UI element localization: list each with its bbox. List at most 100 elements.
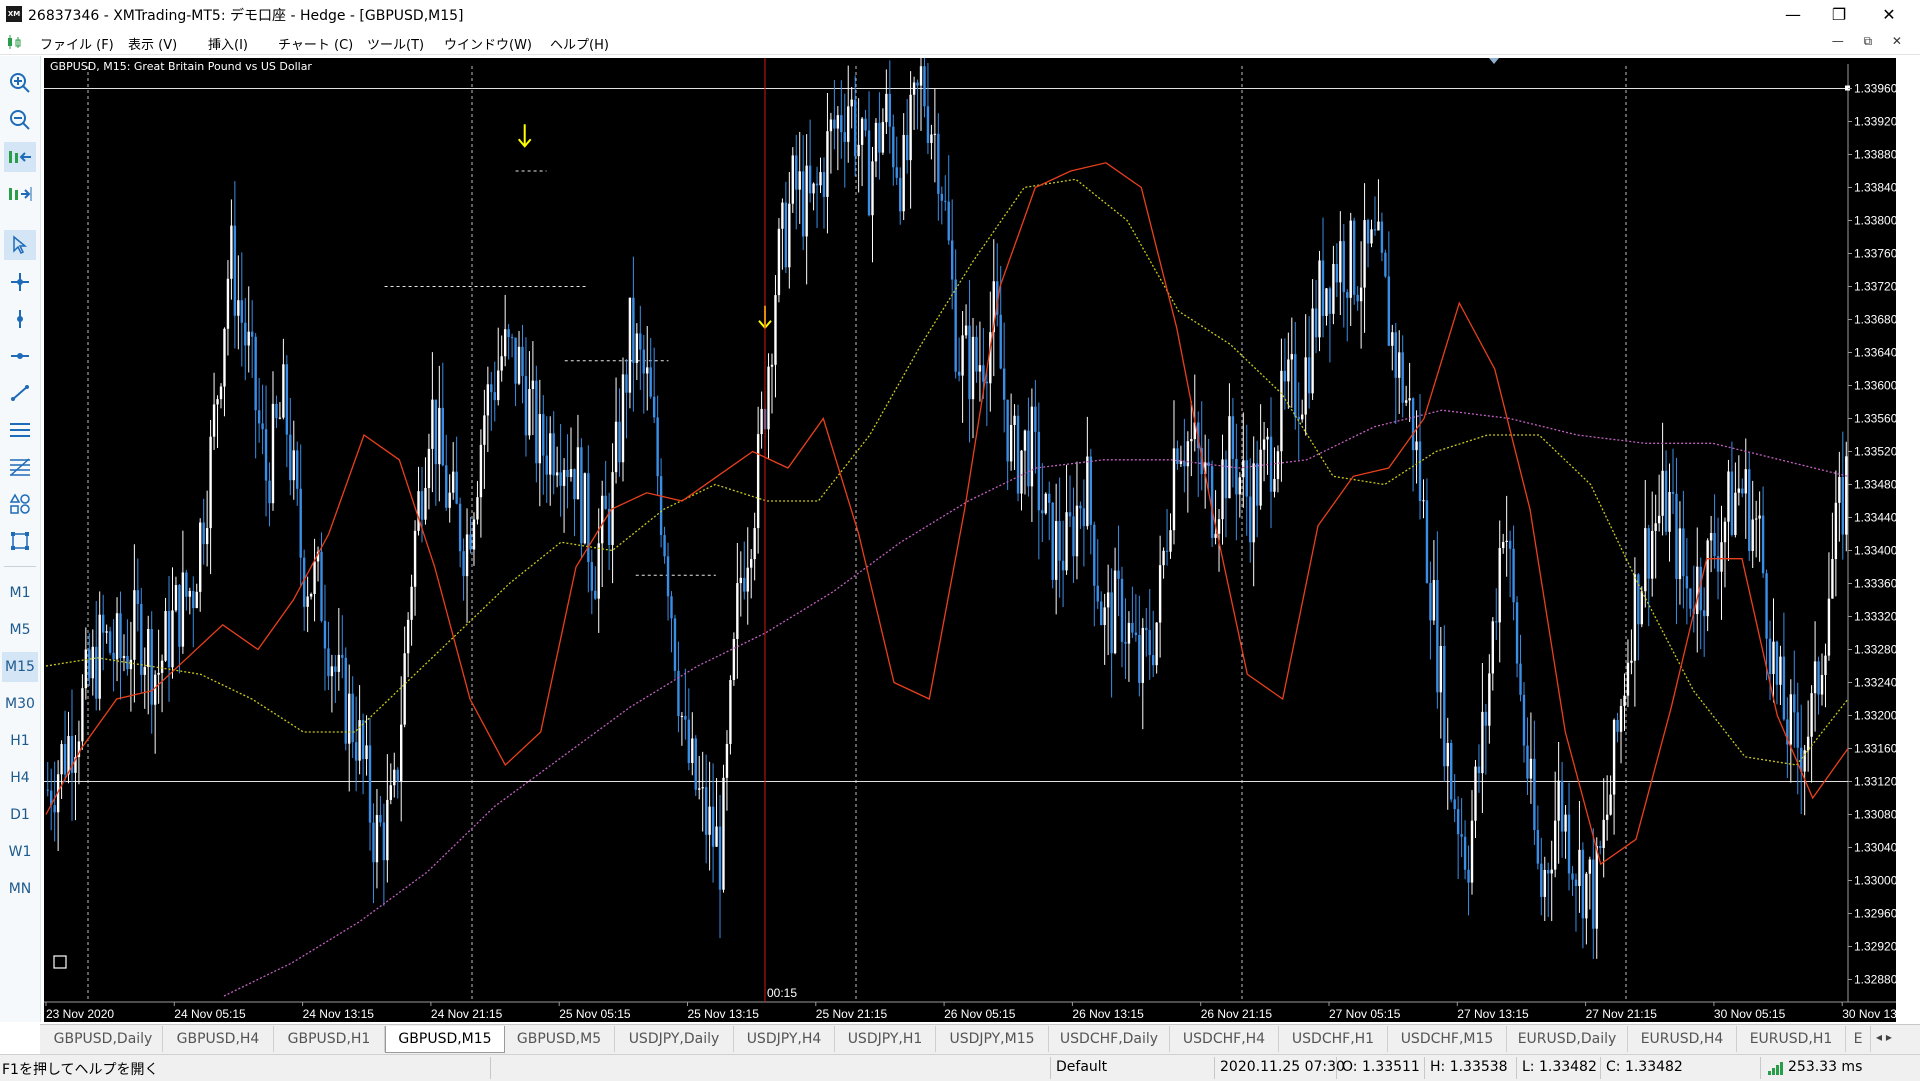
menu-window[interactable]: ウインドウ(W) — [444, 34, 532, 53]
candle-body — [91, 646, 94, 679]
price-chart[interactable]: 00:15 1.33960 1.33920 1.33880 1.33840 1.33800… — [44, 58, 1896, 1022]
tab-scroll-arrows[interactable]: ◂ ▸ — [1876, 1030, 1892, 1044]
tab-usdjpy-daily[interactable]: USDJPY,Daily — [615, 1026, 734, 1052]
candle-body — [483, 415, 486, 445]
price-label: 1.33440 — [1854, 511, 1896, 525]
price-label: 1.32880 — [1854, 973, 1896, 987]
candle-body — [1505, 540, 1508, 542]
tab-gbpusd-h1[interactable]: GBPUSD,H1 — [274, 1026, 385, 1052]
candle-body — [1356, 294, 1359, 302]
timeframe-m30[interactable]: M30 — [2, 689, 38, 719]
object-list-icon[interactable] — [4, 526, 36, 556]
candle-body — [1016, 415, 1020, 494]
candle-body — [1238, 477, 1242, 495]
candle-body — [1644, 528, 1647, 592]
timeframe-m5[interactable]: M5 — [2, 615, 38, 645]
candle-body — [188, 590, 192, 597]
menu-help[interactable]: ヘルプ(H) — [550, 34, 609, 53]
chart-canvas[interactable]: 00:15 1.33960 1.33920 1.33880 1.33840 1.33800… — [44, 58, 1896, 1022]
candle-body — [1048, 493, 1051, 503]
candle-body — [503, 329, 507, 357]
timeframe-d1[interactable]: D1 — [2, 800, 38, 830]
scroll-chart-icon[interactable] — [4, 142, 36, 172]
horizontal-line-icon[interactable] — [4, 341, 36, 371]
tab-usdchf-daily[interactable]: USDCHF,Daily — [1049, 1026, 1170, 1052]
tab-gbpusd-h4[interactable]: GBPUSD,H4 — [163, 1026, 274, 1052]
candle-body — [840, 115, 843, 133]
candle-body — [1831, 559, 1834, 599]
candle-body — [1734, 492, 1737, 535]
candle-body — [1006, 399, 1009, 462]
tab-usdchf-m15[interactable]: USDCHF,M15 — [1388, 1026, 1507, 1052]
candle-body — [1373, 229, 1377, 231]
tab-usdjpy-h4[interactable]: USDJPY,H4 — [734, 1026, 835, 1052]
timeframe-h1[interactable]: H1 — [2, 726, 38, 756]
minimize-button[interactable]: — — [1770, 0, 1816, 30]
candle-body — [1626, 662, 1630, 696]
tab-gbpusd-m5[interactable]: GBPUSD,M5 — [504, 1026, 615, 1052]
tab-gbpusd-daily[interactable]: GBPUSD,Daily — [44, 1026, 163, 1052]
close-button[interactable]: ✕ — [1866, 0, 1912, 30]
chart-shift-icon[interactable] — [4, 179, 36, 209]
candle-body — [174, 585, 178, 611]
candle-body — [67, 735, 70, 775]
candle-body — [98, 614, 101, 699]
tab-eurusd-h1[interactable]: EURUSD,H1 — [1737, 1026, 1846, 1052]
timeframe-m15[interactable]: M15 — [2, 652, 38, 682]
tab-usdchf-h4[interactable]: USDCHF,H4 — [1170, 1026, 1279, 1052]
candle-body — [940, 193, 944, 201]
menu-tools[interactable]: ツール(T) — [367, 34, 424, 53]
tab-gbpusd-m15[interactable]: GBPUSD,M15 — [385, 1026, 505, 1053]
tab-usdchf-h1[interactable]: USDCHF,H1 — [1279, 1026, 1388, 1052]
candle-body — [202, 522, 205, 545]
price-label: 1.33880 — [1854, 148, 1896, 162]
crosshair-icon[interactable] — [4, 267, 36, 297]
tab-eurusd-h4[interactable]: EURUSD,H4 — [1628, 1026, 1737, 1052]
candle-body — [902, 134, 905, 212]
candle-body — [309, 593, 313, 597]
cursor-icon[interactable] — [4, 230, 36, 260]
help-hint: F1を押してヘルプを開く — [2, 1062, 159, 1078]
candle-body — [1779, 656, 1782, 685]
candle-body — [1495, 621, 1498, 623]
menu-view[interactable]: 表示 (V) — [128, 34, 177, 53]
candle-body — [240, 300, 243, 323]
trendline-icon[interactable] — [4, 378, 36, 408]
candle-body — [1702, 610, 1706, 617]
shapes-icon[interactable] — [4, 489, 36, 519]
zoom-in-icon[interactable] — [4, 68, 36, 98]
chart-symbol-label: GBPUSD, M15: Great Britain Pound vs US D… — [50, 60, 312, 73]
candle-body — [1082, 508, 1086, 527]
candle-body — [1370, 229, 1373, 244]
fibonacci-icon[interactable] — [4, 452, 36, 482]
connection-signal-icon — [1768, 1062, 1783, 1075]
restore-button[interactable]: ❐ — [1816, 0, 1862, 30]
timeframe-w1[interactable]: W1 — [2, 837, 38, 867]
price-label: 1.33360 — [1854, 577, 1896, 591]
candle-body — [462, 551, 465, 577]
vertical-line-icon[interactable] — [4, 304, 36, 334]
timeframe-m1[interactable]: M1 — [2, 578, 38, 608]
candle-body — [1349, 220, 1352, 298]
timeframe-h4[interactable]: H4 — [2, 763, 38, 793]
timeframe-mn[interactable]: MN — [2, 874, 38, 904]
menu-insert[interactable]: 挿入(I) — [208, 34, 248, 53]
zoom-out-icon[interactable] — [4, 105, 36, 135]
candle-body — [1592, 859, 1595, 929]
candle-body — [344, 657, 347, 744]
menu-file[interactable]: ファイル (F) — [40, 34, 114, 53]
candle-body — [465, 534, 469, 577]
tab-eurusd-daily[interactable]: EURUSD,Daily — [1507, 1026, 1628, 1052]
candle-body — [514, 337, 517, 384]
tab-usdjpy-h1[interactable]: USDJPY,H1 — [835, 1026, 936, 1052]
tab-overflow[interactable]: E — [1846, 1026, 1871, 1052]
menu-chart[interactable]: チャート (C) — [278, 34, 353, 53]
tab-usdjpy-m15[interactable]: USDJPY,M15 — [936, 1026, 1049, 1052]
candle-body — [847, 106, 850, 142]
candle-body — [84, 649, 88, 689]
candle-body — [881, 122, 885, 153]
mdi-window-controls[interactable]: — ⧉ ✕ — [1832, 34, 1910, 49]
chart-menu-icon[interactable] — [6, 34, 22, 50]
channel-icon[interactable] — [4, 415, 36, 445]
price-label: 1.32920 — [1854, 940, 1896, 954]
